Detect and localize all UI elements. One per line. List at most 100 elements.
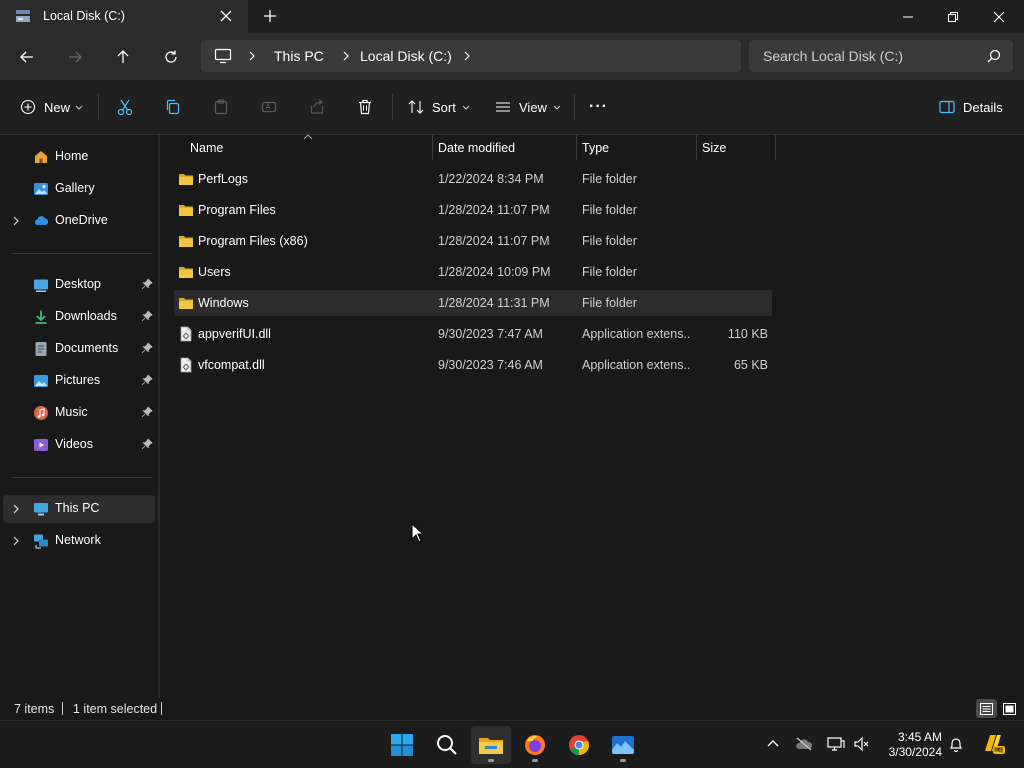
photos-taskbar-button[interactable] bbox=[603, 726, 643, 764]
close-window-button[interactable] bbox=[976, 0, 1022, 33]
file-row[interactable]: vfcompat.dll 9/30/2023 7:46 AM Application… bbox=[174, 352, 772, 378]
folder-icon bbox=[179, 236, 193, 247]
pin-icon[interactable] bbox=[141, 342, 153, 354]
file-row[interactable]: Program Files 1/28/2024 11:07 PM File fold… bbox=[174, 197, 772, 223]
title-bar: Local Disk (C:) bbox=[0, 0, 1024, 33]
file-type: File folder bbox=[582, 265, 637, 279]
restore-icon bbox=[948, 11, 958, 22]
display-tray-icon[interactable] bbox=[827, 735, 845, 753]
file-row[interactable]: Program Files (x86) 1/28/2024 11:07 PM Fil… bbox=[174, 228, 772, 254]
firefox-taskbar-button[interactable] bbox=[515, 726, 555, 764]
tab-local-disk[interactable]: Local Disk (C:) bbox=[0, 0, 248, 33]
tab-title: Local Disk (C:) bbox=[43, 9, 125, 23]
paste-button[interactable] bbox=[212, 95, 230, 119]
column-header-name[interactable]: Name bbox=[184, 134, 432, 160]
running-indicator bbox=[488, 759, 494, 762]
details-button[interactable]: Details bbox=[938, 95, 1003, 119]
pin-icon[interactable] bbox=[141, 310, 153, 322]
view-button[interactable]: View bbox=[494, 95, 562, 119]
chrome-icon bbox=[569, 735, 590, 756]
sort-button[interactable]: Sort bbox=[407, 95, 471, 119]
nav-item-videos[interactable]: Videos bbox=[3, 431, 155, 459]
share-button[interactable] bbox=[308, 95, 326, 119]
trash-icon bbox=[359, 99, 371, 115]
column-divider[interactable] bbox=[775, 135, 776, 160]
details-view-icon bbox=[980, 702, 993, 715]
file-date-modified: 1/28/2024 11:31 PM bbox=[438, 296, 550, 310]
file-name: Users bbox=[198, 265, 231, 279]
notifications-button[interactable] bbox=[947, 735, 965, 753]
new-button[interactable]: New bbox=[20, 95, 84, 119]
file-row[interactable]: Windows 1/28/2024 11:31 PM File folder bbox=[174, 290, 772, 316]
delete-button[interactable] bbox=[356, 95, 374, 119]
start-button[interactable] bbox=[382, 726, 422, 764]
close-tab-icon[interactable] bbox=[219, 9, 233, 23]
plus-circle-icon bbox=[20, 99, 36, 115]
column-size-label: Size bbox=[702, 141, 727, 155]
chevron-right-icon[interactable] bbox=[462, 51, 472, 61]
pin-icon[interactable] bbox=[141, 438, 153, 450]
forward-button[interactable] bbox=[63, 45, 87, 69]
chevron-right-icon[interactable] bbox=[11, 536, 21, 546]
show-hidden-icons-button[interactable] bbox=[764, 735, 782, 753]
videos-icon bbox=[34, 439, 48, 451]
breadcrumb-this-pc[interactable]: This PC bbox=[274, 48, 324, 64]
copy-button[interactable] bbox=[164, 95, 182, 119]
nav-item-home[interactable]: Home bbox=[3, 143, 155, 171]
minimize-button[interactable] bbox=[885, 0, 931, 33]
network-display-icon bbox=[827, 737, 845, 751]
search-input[interactable]: Search Local Disk (C:) bbox=[749, 40, 1013, 72]
windows-logo-icon bbox=[391, 734, 413, 756]
new-label: New bbox=[44, 99, 71, 115]
file-row[interactable]: appverifUI.dll 9/30/2023 7:47 AM Applicati… bbox=[174, 321, 772, 347]
see-more-button[interactable]: ··· bbox=[589, 95, 608, 119]
nav-item-gallery[interactable]: Gallery bbox=[3, 175, 155, 203]
column-header-type[interactable]: Type bbox=[576, 135, 696, 160]
nav-item-this-pc[interactable]: This PC bbox=[3, 495, 155, 523]
nav-item-onedrive[interactable]: OneDrive bbox=[3, 207, 155, 235]
file-row[interactable]: PerfLogs 1/22/2024 8:34 PM File folder bbox=[174, 166, 772, 192]
nav-item-documents[interactable]: Documents bbox=[3, 335, 155, 363]
pin-icon[interactable] bbox=[141, 278, 153, 290]
column-header-size[interactable]: Size bbox=[696, 135, 776, 160]
chevron-right-icon[interactable] bbox=[11, 216, 21, 226]
chevron-right-icon[interactable] bbox=[11, 504, 21, 514]
nav-item-downloads[interactable]: Downloads bbox=[3, 303, 155, 331]
clock[interactable]: 3:45 AM 3/30/2024 bbox=[880, 730, 942, 760]
nav-label: OneDrive bbox=[55, 213, 108, 227]
desktop-icon bbox=[34, 279, 48, 292]
cut-button[interactable] bbox=[116, 95, 134, 119]
breadcrumb-local-disk[interactable]: Local Disk (C:) bbox=[360, 48, 452, 64]
pin-icon[interactable] bbox=[141, 406, 153, 418]
volume-tray-icon[interactable] bbox=[853, 735, 871, 753]
details-label: Details bbox=[963, 99, 1003, 115]
nav-item-desktop[interactable]: Desktop bbox=[3, 271, 155, 299]
refresh-button[interactable] bbox=[159, 45, 183, 69]
onedrive-tray-icon[interactable] bbox=[795, 735, 813, 753]
file-row[interactable]: Users 1/28/2024 10:09 PM File folder bbox=[174, 259, 772, 285]
copy-icon bbox=[166, 99, 180, 115]
new-tab-icon[interactable] bbox=[262, 8, 278, 24]
column-name-label: Name bbox=[190, 141, 224, 155]
tiles-view-toggle[interactable] bbox=[999, 699, 1020, 718]
nav-item-network[interactable]: Network bbox=[3, 527, 155, 555]
up-button[interactable] bbox=[111, 45, 135, 69]
address-bar[interactable]: This PC Local Disk (C:) bbox=[201, 40, 741, 72]
nav-divider bbox=[12, 477, 152, 478]
details-view-toggle[interactable] bbox=[976, 699, 997, 718]
file-name: vfcompat.dll bbox=[198, 358, 265, 372]
column-header-date[interactable]: Date modified bbox=[432, 135, 576, 160]
music-icon bbox=[34, 406, 48, 420]
search-button[interactable] bbox=[427, 726, 467, 764]
chrome-taskbar-button[interactable] bbox=[559, 726, 599, 764]
rename-button[interactable] bbox=[260, 95, 278, 119]
restore-button[interactable] bbox=[930, 0, 976, 33]
nav-item-pictures[interactable]: Pictures bbox=[3, 367, 155, 395]
back-button[interactable] bbox=[15, 45, 39, 69]
copilot-button[interactable] bbox=[980, 731, 1006, 757]
dll-file-icon bbox=[180, 357, 192, 373]
pin-icon[interactable] bbox=[141, 374, 153, 386]
scissors-icon bbox=[117, 99, 133, 116]
nav-item-music[interactable]: Music bbox=[3, 399, 155, 427]
file-explorer-taskbar-button[interactable] bbox=[471, 726, 511, 764]
